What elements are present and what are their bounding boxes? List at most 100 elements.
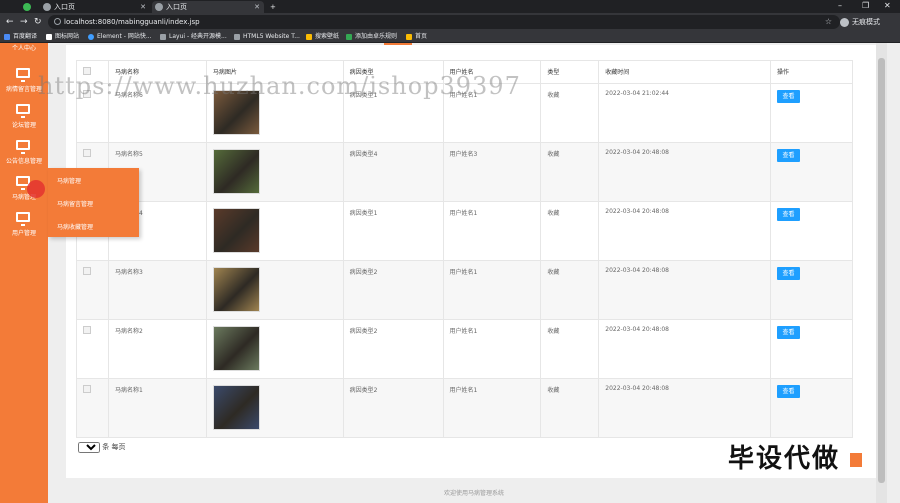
app-sidebar: 个人中心 病情留言管理 论坛管理 公告信息管理 马病管理 用户管理 xyxy=(0,43,48,503)
bookmark-icon xyxy=(4,34,10,40)
close-window-icon[interactable]: ✕ xyxy=(884,0,891,12)
select-cell[interactable] xyxy=(76,378,109,438)
monitor-icon xyxy=(16,140,30,154)
view-button[interactable]: 查看 xyxy=(777,267,801,280)
sidebar-item-forum[interactable]: 论坛管理 xyxy=(0,99,48,135)
favorites-table: 马病名称 马病图片 病因类型 用户姓名 类型 收藏时间 操作 马病名称6 病因类型… xyxy=(76,60,853,438)
bookmark-item[interactable]: HTML5 Website T... xyxy=(234,31,300,43)
sidebar-item-users[interactable]: 用户管理 xyxy=(0,207,48,243)
table-row: 马病名称1 病因类型2 用户姓名1 收藏 2022-03-04 20:48:08 查看 xyxy=(76,378,853,438)
bookmark-icon xyxy=(346,34,352,40)
type-cell: 收藏 xyxy=(540,83,600,143)
forward-icon[interactable]: → xyxy=(20,15,28,29)
view-button[interactable]: 查看 xyxy=(777,90,801,103)
type-cell: 收藏 xyxy=(540,201,600,261)
sidebar-item-label: 论坛管理 xyxy=(11,122,36,129)
bookmark-icon xyxy=(160,34,166,40)
scrollbar[interactable] xyxy=(876,43,887,503)
stamp-badge xyxy=(850,453,862,467)
bookmark-icon xyxy=(88,34,94,40)
bookmark-icon xyxy=(406,34,412,40)
globe-icon xyxy=(155,3,163,11)
type-cell: 收藏 xyxy=(540,378,600,438)
checkbox[interactable] xyxy=(83,326,91,334)
checkbox[interactable] xyxy=(83,267,91,275)
scrollbar-thumb[interactable] xyxy=(878,58,885,483)
view-button[interactable]: 查看 xyxy=(777,208,801,221)
photo-cell xyxy=(205,319,344,379)
submenu-item-illness-messages[interactable]: 马病留言管理 xyxy=(57,199,93,208)
bookmark-label: 首页 xyxy=(415,33,428,40)
monitor-icon xyxy=(16,212,30,226)
globe-icon xyxy=(43,3,51,11)
page-size-select[interactable]: 10 xyxy=(78,442,100,453)
illness-name-cell: 马病名称2 xyxy=(107,319,207,379)
browser-toolbar: ← → ↻ localhost:8080/mabingguanli/index.… xyxy=(0,13,900,31)
browser-tab-2[interactable]: 入口页 ✕ xyxy=(152,1,264,13)
bookmark-label: 图标网站 xyxy=(55,33,80,40)
horse-photo xyxy=(212,385,260,430)
back-icon[interactable]: ← xyxy=(6,15,14,29)
table-row: 马病名称4病因类型1用户姓名1收藏2022-03-04 20:48:08查看 xyxy=(76,201,853,261)
bookmark-label: 添加由卓乐规则 xyxy=(355,33,398,40)
url-text: localhost:8080/mabingguanli/index.jsp xyxy=(64,18,200,26)
type-cell: 收藏 xyxy=(540,142,600,202)
submenu-item-illness-favorites[interactable]: 马病收藏管理 xyxy=(57,222,93,231)
bookmarks-bar: 百度翻译 图标网站 Element - 网站快... Layui - 经典开源模… xyxy=(0,31,900,43)
select-cell[interactable] xyxy=(76,260,109,320)
bookmark-label: Element - 网站快... xyxy=(97,33,152,40)
pinned-tab[interactable] xyxy=(20,1,34,13)
favorite-time-cell: 2022-03-04 20:48:08 xyxy=(598,378,772,438)
new-tab-button[interactable]: + xyxy=(268,1,280,13)
bookmark-icon xyxy=(234,34,240,40)
info-icon[interactable] xyxy=(54,18,61,25)
bookmark-item[interactable]: 添加由卓乐规则 xyxy=(346,31,397,43)
close-icon[interactable]: ✕ xyxy=(254,1,260,13)
bookmark-label: Layui - 经典开源模... xyxy=(169,33,227,40)
submenu-flyout: 马病管理 马病留言管理 马病收藏管理 xyxy=(48,168,139,237)
star-icon[interactable]: ☆ xyxy=(825,15,832,29)
photo-cell xyxy=(205,142,344,202)
action-cell: 查看 xyxy=(770,201,853,261)
address-bar[interactable]: localhost:8080/mabingguanli/index.jsp ☆ xyxy=(48,15,840,29)
sidebar-item-profile[interactable]: 个人中心 xyxy=(0,43,48,52)
user-name-cell: 用户姓名3 xyxy=(442,142,542,202)
bookmark-item[interactable]: 搜索壁纸 xyxy=(306,31,339,43)
sidebar-item-label: 用户管理 xyxy=(11,230,36,237)
cause-type-cell: 病因类型1 xyxy=(342,201,444,261)
checkbox[interactable] xyxy=(83,385,91,393)
photo-cell xyxy=(205,201,344,261)
table-row: 马病名称5 病因类型4 用户姓名3 收藏 2022-03-04 20:48:08 查看 xyxy=(76,142,853,202)
user-name-cell: 用户姓名1 xyxy=(442,260,542,320)
cause-type-cell: 病因类型2 xyxy=(342,319,444,379)
minimize-icon[interactable]: – xyxy=(838,0,842,12)
checkbox[interactable] xyxy=(83,149,91,157)
bookmark-item[interactable]: 百度翻译 xyxy=(4,31,37,43)
bookmark-item[interactable]: Element - 网站快... xyxy=(88,31,152,43)
cause-type-cell: 病因类型2 xyxy=(342,260,444,320)
photo-cell xyxy=(205,260,344,320)
view-button[interactable]: 查看 xyxy=(777,149,801,162)
horse-photo xyxy=(212,326,260,371)
restore-icon[interactable]: ❐ xyxy=(862,0,869,12)
favorite-time-cell: 2022-03-04 20:48:08 xyxy=(598,201,772,261)
browser-tab-1[interactable]: 入口页 ✕ xyxy=(40,1,150,13)
bookmark-item[interactable]: 图标网站 xyxy=(46,31,79,43)
bookmark-icon xyxy=(306,34,312,40)
view-button[interactable]: 查看 xyxy=(777,326,801,339)
submenu-item-illness[interactable]: 马病管理 xyxy=(57,176,81,185)
sidebar-item-announcements[interactable]: 公告信息管理 xyxy=(0,135,48,171)
close-icon[interactable]: ✕ xyxy=(140,1,146,13)
incognito-profile[interactable]: 无痕模式 xyxy=(840,16,880,28)
bookmark-label: 搜索壁纸 xyxy=(315,33,340,40)
view-button[interactable]: 查看 xyxy=(777,385,801,398)
reload-icon[interactable]: ↻ xyxy=(34,15,42,29)
bookmark-label: HTML5 Website T... xyxy=(243,33,300,40)
user-name-cell: 用户姓名1 xyxy=(442,378,542,438)
action-cell: 查看 xyxy=(770,319,853,379)
select-cell[interactable] xyxy=(76,319,109,379)
horse-photo xyxy=(212,267,260,312)
bookmark-item[interactable]: 首页 xyxy=(406,31,427,43)
table-row: 马病名称3 病因类型2 用户姓名1 收藏 2022-03-04 20:48:08 查看 xyxy=(76,260,853,320)
bookmark-item[interactable]: Layui - 经典开源模... xyxy=(160,31,227,43)
